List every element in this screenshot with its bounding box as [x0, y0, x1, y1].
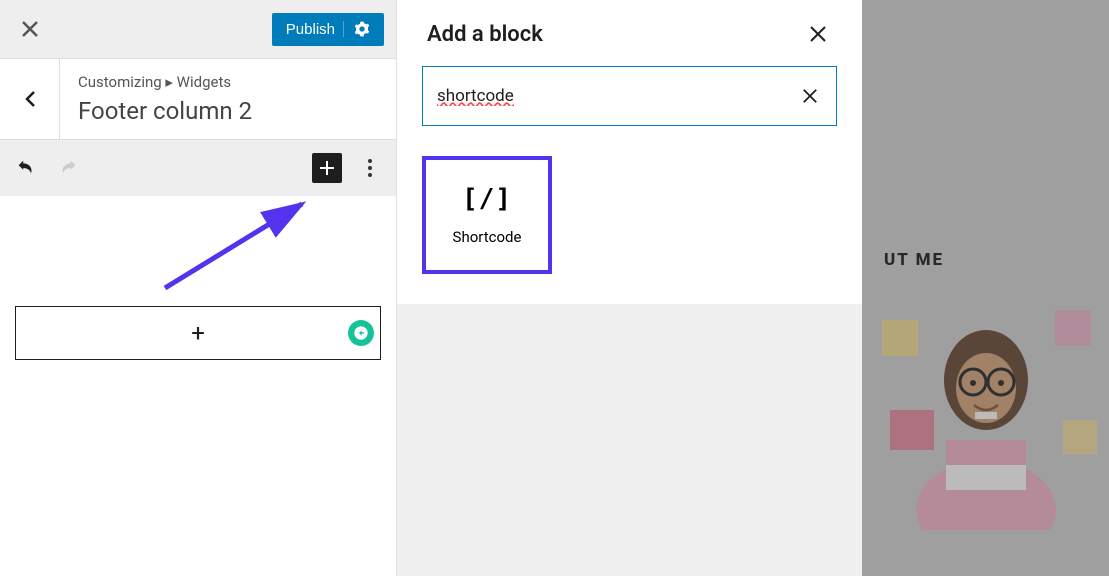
panel-background [397, 304, 862, 576]
publish-settings-icon[interactable] [343, 21, 370, 37]
block-tile-shortcode[interactable]: [/] Shortcode [422, 156, 552, 274]
search-clear-button[interactable] [798, 84, 822, 108]
block-tile-label: Shortcode [453, 228, 522, 246]
editor-toolbar [0, 140, 396, 196]
close-icon [21, 20, 39, 38]
shortcode-icon: [/] [462, 184, 512, 214]
widget-editor-area: + [0, 196, 396, 576]
grammarly-badge-icon[interactable] [348, 320, 374, 346]
redo-icon [57, 157, 79, 179]
gear-icon [354, 21, 370, 37]
sidebar-header: Publish [0, 0, 396, 59]
close-customizer-button[interactable] [12, 11, 48, 47]
empty-block-appender[interactable]: + [15, 306, 381, 360]
plus-icon [317, 158, 337, 178]
add-block-button[interactable] [312, 153, 342, 183]
block-search-wrap [397, 66, 862, 156]
block-results: [/] Shortcode [397, 156, 862, 274]
publish-controls: Publish [272, 13, 384, 46]
redo-button[interactable] [54, 154, 82, 182]
breadcrumb-section: Customizing ▸ Widgets Footer column 2 [0, 59, 396, 140]
breadcrumb-title: Footer column 2 [78, 97, 378, 125]
close-icon [809, 25, 827, 43]
plus-icon: + [191, 319, 205, 347]
undo-button[interactable] [12, 154, 40, 182]
block-search-input[interactable] [437, 86, 798, 106]
block-panel-close-button[interactable] [804, 20, 832, 48]
publish-label: Publish [286, 21, 335, 38]
dot-icon [368, 173, 372, 177]
preview-dim-overlay [862, 0, 1109, 576]
publish-button[interactable]: Publish [272, 13, 384, 46]
customizer-sidebar: Publish Customizing ▸ Widgets Footer col… [0, 0, 396, 576]
dot-icon [368, 166, 372, 170]
dot-icon [368, 159, 372, 163]
back-button[interactable] [0, 59, 60, 139]
undo-icon [15, 157, 37, 179]
site-preview: UT ME [862, 0, 1109, 576]
grammarly-icon [353, 325, 369, 341]
chevron-left-icon [23, 90, 37, 108]
block-inserter-panel: Add a block [/] Shortcode [396, 0, 862, 576]
breadcrumb-path: Customizing ▸ Widgets [78, 73, 378, 91]
block-search-box [422, 66, 837, 126]
breadcrumb-content: Customizing ▸ Widgets Footer column 2 [60, 59, 396, 139]
close-icon [802, 88, 818, 104]
more-options-button[interactable] [356, 159, 384, 177]
block-panel-title: Add a block [427, 22, 543, 47]
block-panel-header: Add a block [397, 0, 862, 66]
